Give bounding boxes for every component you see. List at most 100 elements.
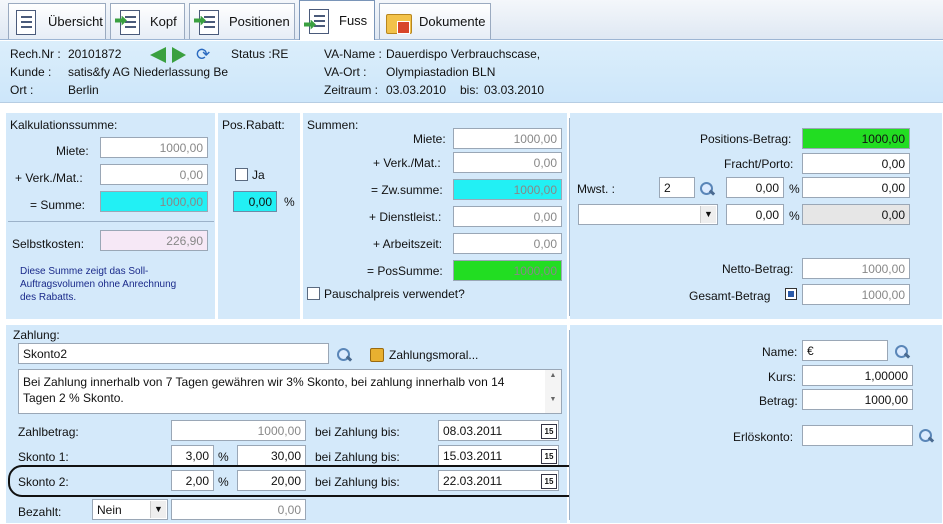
netto-field[interactable]: 1000,00 <box>802 258 910 279</box>
arbeitszeit-field[interactable]: 0,00 <box>453 233 562 254</box>
search-icon[interactable] <box>918 428 934 444</box>
kalk-verk-field[interactable]: 0,00 <box>100 164 208 185</box>
dienstleist-field[interactable]: 0,00 <box>453 206 562 227</box>
search-icon[interactable] <box>894 344 910 360</box>
tab-dokumente[interactable]: Dokumente <box>379 3 491 39</box>
coins-icon <box>370 348 384 362</box>
percent-label: % <box>789 182 800 196</box>
tab-label: Positionen <box>229 14 290 29</box>
dienstleist-label: + Dienstleist.: <box>369 210 442 224</box>
currency-name-label: Name: <box>762 345 798 359</box>
kalk-note: Diese Summe zeigt das Soll-Auftragsvolum… <box>20 266 177 303</box>
bezahlt-value-field[interactable]: 0,00 <box>171 499 306 520</box>
mwst-label: Mwst. : <box>577 182 615 196</box>
kunde-label: Kunde : <box>10 65 52 79</box>
skonto1-percent-field[interactable]: 3,00 <box>171 445 214 466</box>
netto-label: Netto-Betrag: <box>722 262 794 276</box>
rabatt-title: Pos.Rabatt: <box>222 118 285 132</box>
skonto1-value-field[interactable]: 30,00 <box>237 445 306 466</box>
row2-percent-field[interactable]: 0,00 <box>726 204 784 225</box>
currency-name-field[interactable]: € <box>802 340 888 361</box>
erloskonto-label: Erlöskonto: <box>733 430 794 444</box>
ort-label: Ort : <box>10 83 34 97</box>
next-record-icon[interactable] <box>172 47 186 63</box>
va-ort-value: Olympiastadion BLN <box>386 65 496 79</box>
mwst-code-field[interactable]: 2 <box>659 177 695 198</box>
skonto2-value-field[interactable]: 20,00 <box>237 470 306 491</box>
ort-value: Berlin <box>68 83 99 97</box>
gesamt-field[interactable]: 1000,00 <box>802 284 910 305</box>
calendar-icon[interactable]: 15 <box>541 474 557 489</box>
positions-betrag-field[interactable]: 1000,00 <box>802 128 910 149</box>
prev-record-icon[interactable] <box>150 47 166 63</box>
selbstkosten-field[interactable]: 226,90 <box>100 230 208 251</box>
row2-value-field[interactable]: 0,00 <box>802 204 910 225</box>
zahlbetrag-field[interactable]: 1000,00 <box>171 420 306 441</box>
skonto2-label: Skonto 2: <box>18 475 69 489</box>
rechnr-label: Rech.Nr : <box>10 47 61 61</box>
rechnr-value: 20101872 <box>68 47 122 61</box>
tab-label: Dokumente <box>419 14 486 29</box>
tab-fuss[interactable]: Fuss <box>299 0 375 40</box>
kalk-summe-label: = Summe: <box>30 198 86 212</box>
bezahlt-select[interactable]: Nein ▼ <box>92 499 168 520</box>
percent-label: % <box>789 209 800 223</box>
tab-label: Übersicht <box>48 14 103 29</box>
calendar-icon[interactable]: 15 <box>541 449 557 464</box>
gesamt-label: Gesamt-Betrag <box>689 289 771 303</box>
tab-uebersicht[interactable]: Übersicht <box>8 3 106 39</box>
tax-type-select[interactable]: ▼ <box>578 204 718 225</box>
betrag-field[interactable]: 1000,00 <box>802 389 913 410</box>
record-header: Rech.Nr : 20101872 ⟳ Status :RE Kunde : … <box>0 41 943 103</box>
fracht-field[interactable]: 0,00 <box>802 153 910 174</box>
refresh-icon[interactable]: ⟳ <box>196 46 210 63</box>
kurs-field[interactable]: 1,00000 <box>802 365 913 386</box>
folder-icon <box>384 7 414 37</box>
possumme-field[interactable]: 1000,00 <box>453 260 562 281</box>
bezahlt-label: Bezahlt: <box>18 505 62 519</box>
summen-miete-label: Miete: <box>413 132 446 146</box>
kunde-value: satis&fy AG Niederlassung Be <box>68 65 229 79</box>
zahlbetrag-label: Zahlbetrag: <box>18 425 79 439</box>
mwst-percent-field[interactable]: 0,00 <box>726 177 784 198</box>
zwsumme-field[interactable]: 1000,00 <box>453 179 562 200</box>
betrag-label: Betrag: <box>759 394 798 408</box>
divider <box>8 221 214 222</box>
selbstkosten-label: Selbstkosten: <box>12 237 85 251</box>
kalk-miete-label: Miete: <box>56 144 89 158</box>
rabatt-percent-field[interactable]: 0,00 <box>233 191 277 212</box>
summen-miete-field[interactable]: 1000,00 <box>453 128 562 149</box>
gesamt-toggle[interactable] <box>785 288 797 300</box>
divider <box>569 118 570 316</box>
erloskonto-field[interactable] <box>802 425 913 446</box>
va-name-value: Dauerdispo Verbrauchscase, <box>386 47 541 61</box>
rabatt-ja-label: Ja <box>252 168 265 182</box>
tab-kopf[interactable]: Kopf <box>110 3 185 39</box>
mwst-value-field[interactable]: 0,00 <box>802 177 910 198</box>
zeitraum-from: 03.03.2010 <box>386 83 447 97</box>
footer-doc-icon <box>304 6 334 36</box>
va-name-label: VA-Name : <box>324 47 382 61</box>
calendar-icon[interactable]: 15 <box>541 424 557 439</box>
kalk-title: Kalkulationssumme: <box>10 118 118 132</box>
search-icon[interactable] <box>699 181 715 197</box>
text-scrollbar[interactable]: ▲ ▼ <box>545 370 561 413</box>
summen-verk-field[interactable]: 0,00 <box>453 152 562 173</box>
percent-label: % <box>284 195 295 209</box>
skonto2-percent-field[interactable]: 2,00 <box>171 470 214 491</box>
summen-title: Summen: <box>307 118 359 132</box>
overview-icon <box>13 7 43 37</box>
skonto-select[interactable]: Skonto2 <box>18 343 329 364</box>
bei-zahlung-label: bei Zahlung bis: <box>315 475 400 489</box>
percent-label: % <box>218 475 229 489</box>
pauschalpreis-checkbox[interactable] <box>307 287 320 300</box>
payment-terms-text[interactable]: Bei Zahlung innerhalb von 7 Tagen gewähr… <box>18 369 562 414</box>
zahlungsmoral-button[interactable]: Zahlungsmoral... <box>389 348 478 362</box>
search-icon[interactable] <box>336 347 352 363</box>
tab-positionen[interactable]: Positionen <box>189 3 295 39</box>
rabatt-ja-checkbox[interactable] <box>235 168 248 181</box>
kalk-summe-field[interactable]: 1000,00 <box>100 191 208 212</box>
chevron-down-icon: ▼ <box>150 501 166 518</box>
kalk-miete-field[interactable]: 1000,00 <box>100 137 208 158</box>
positions-betrag-label: Positions-Betrag: <box>700 132 792 146</box>
